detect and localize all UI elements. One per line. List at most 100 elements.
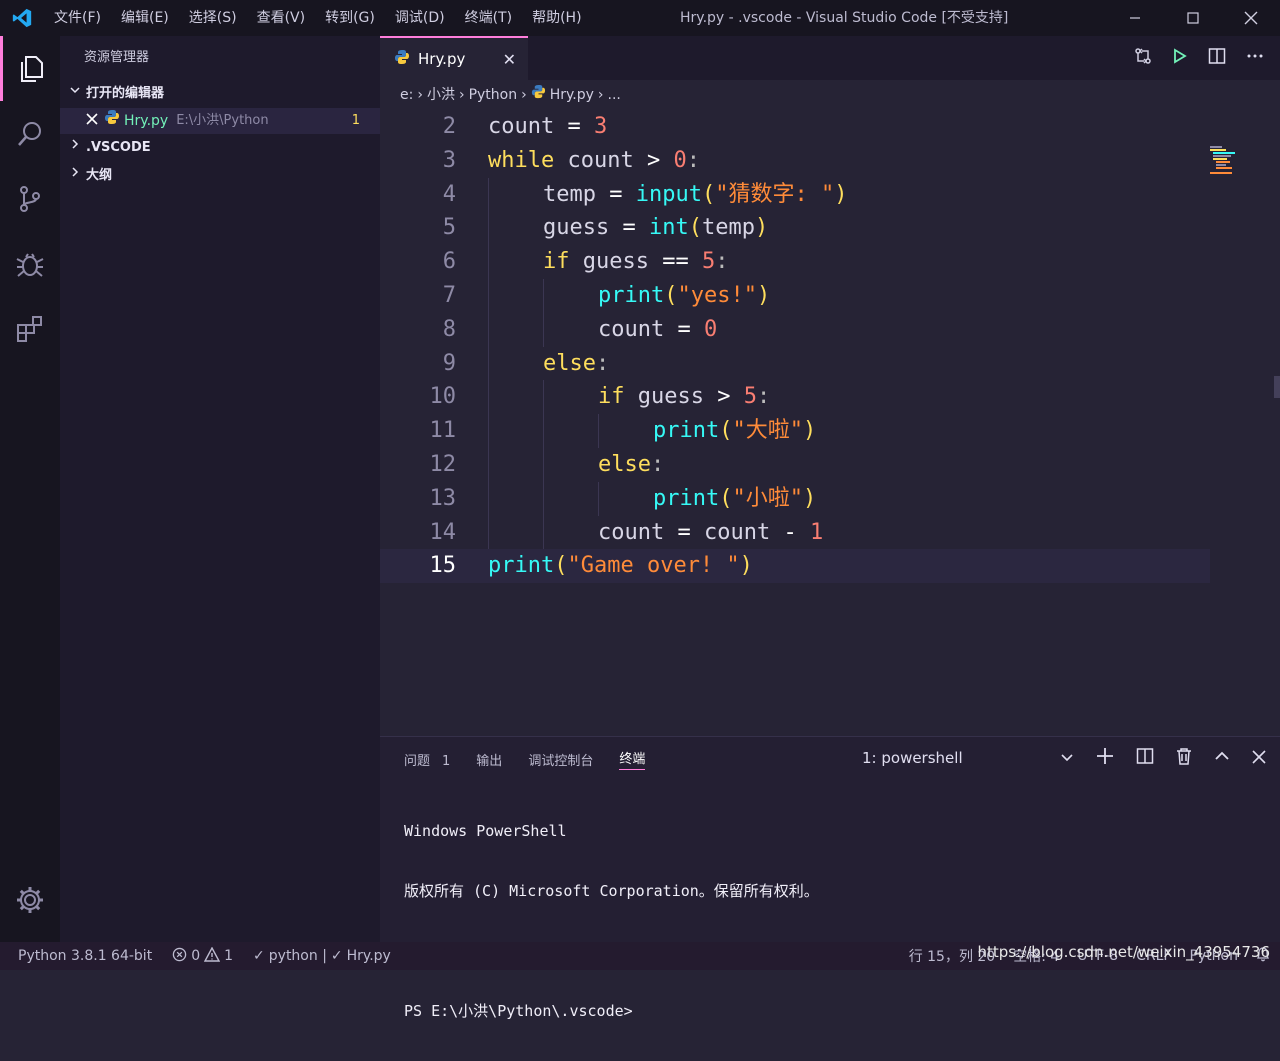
code-line[interactable]: 9 else: [380, 346, 1210, 381]
code-text: print("大啦") [653, 414, 816, 448]
problems-status[interactable]: 0 1 [162, 946, 243, 966]
code-line[interactable]: 11 print("大啦") [380, 414, 1210, 448]
open-editor-path: E:\小洪\Python [176, 113, 269, 128]
code-text: else: [598, 448, 664, 482]
code-line[interactable]: 5 guess = int(temp) [380, 211, 1210, 246]
menu-file[interactable]: 文件(F) [44, 0, 111, 36]
run-icon[interactable] [1172, 48, 1188, 68]
tab-output[interactable]: 输出 [476, 750, 502, 769]
code-token: 5 [701, 249, 716, 275]
line-number: 6 [442, 249, 456, 275]
breadcrumb-symbol[interactable]: ... [608, 80, 621, 110]
close-tab-icon[interactable]: ✕ [503, 50, 516, 69]
scrollbar-thumb[interactable] [1274, 376, 1280, 398]
tab-terminal[interactable]: 终端 [619, 748, 646, 770]
menu-go[interactable]: 转到(G) [315, 0, 385, 36]
menu-selection[interactable]: 选择(S) [179, 0, 247, 36]
tab-debug-console[interactable]: 调试控制台 [528, 750, 593, 769]
indent-guide [488, 380, 489, 415]
breadcrumb-python[interactable]: Python [469, 80, 518, 110]
code-line[interactable]: 3 while count > 0: [380, 144, 1210, 178]
code-line[interactable]: 4 temp = input("猜数字: ") [380, 177, 1210, 212]
code-token: = [664, 519, 704, 545]
line-number: 2 [442, 114, 456, 139]
open-editors-section[interactable]: 打开的编辑器 [60, 80, 380, 108]
more-actions-icon[interactable] [1246, 47, 1264, 69]
indent-guide [488, 346, 489, 381]
code-line[interactable]: 13 print("小啦") [380, 481, 1210, 516]
new-terminal-icon[interactable] [1096, 747, 1114, 769]
debug-button[interactable] [0, 231, 60, 296]
breadcrumb-file[interactable]: Hry.py [550, 80, 594, 110]
code-line[interactable]: 15 print("Game over! ") [380, 549, 1210, 584]
tab-hry-py[interactable]: Hry.py ✕ [380, 36, 528, 80]
minimap[interactable] [1210, 146, 1240, 176]
tab-label: Hry.py [418, 50, 466, 68]
terminal-select[interactable]: 1: powershell [862, 749, 963, 767]
indent-guide [488, 278, 489, 313]
code-token: 5 [743, 384, 757, 410]
code-editor[interactable]: 2 count = 3 3 while count > 0: 4 temp = input… [380, 110, 1210, 584]
minimize-button[interactable] [1106, 0, 1164, 36]
code-token: 3 [593, 114, 608, 139]
split-editor-icon[interactable] [1208, 47, 1226, 69]
trash-icon[interactable] [1176, 747, 1192, 769]
python-interpreter[interactable]: Python 3.8.1 64-bit [0, 948, 162, 964]
settings-button[interactable] [0, 867, 60, 932]
source-control-icon [20, 185, 40, 212]
chevron-up-icon[interactable] [1214, 748, 1230, 768]
tab-problems[interactable]: 问题 1 [404, 750, 450, 769]
warning-icon [203, 946, 221, 966]
code-token: if [543, 249, 570, 275]
code-line[interactable]: 10 if guess > 5: [380, 380, 1210, 415]
source-control-button[interactable] [0, 166, 60, 231]
code-line[interactable]: 6 if guess == 5: [380, 245, 1210, 279]
indent-guide [488, 312, 489, 347]
menu-help[interactable]: 帮助(H) [522, 0, 591, 36]
code-token: > [717, 384, 731, 410]
breadcrumb-drive[interactable]: e: [400, 80, 413, 110]
close-icon[interactable] [86, 108, 98, 134]
code-line[interactable]: 2 count = 3 [380, 110, 1210, 144]
menu-bar: 文件(F) 编辑(E) 选择(S) 查看(V) 转到(G) 调试(D) 终端(T… [44, 0, 592, 36]
code-line[interactable]: 8 count = 0 [380, 312, 1210, 347]
chevron-down-icon[interactable] [1060, 749, 1074, 768]
code-token: "小啦" [732, 485, 803, 511]
search-button[interactable] [0, 101, 60, 166]
code-line[interactable]: 7 print("yes!") [380, 278, 1210, 313]
menu-debug[interactable]: 调试(D) [385, 0, 455, 36]
chevron-down-icon [68, 80, 82, 108]
menu-edit[interactable]: 编辑(E) [111, 0, 179, 36]
watermark-url: https://blog.csdn.net/weixin_43954736 [977, 943, 1270, 961]
maximize-button[interactable] [1164, 0, 1222, 36]
code-text: print("yes!") [598, 279, 770, 313]
open-editor-item[interactable]: Hry.py E:\小洪\Python 1 [60, 108, 380, 134]
chevron-right-icon [68, 162, 82, 190]
split-terminal-icon[interactable] [1136, 747, 1154, 769]
check-icon: ✓ [330, 948, 343, 964]
linter-status[interactable]: ✓ python | ✓ Hry.py [243, 948, 401, 964]
code-line[interactable]: 12 else: [380, 447, 1210, 482]
line-number: 15 [429, 553, 457, 579]
line-number: 8 [442, 316, 456, 342]
menu-terminal[interactable]: 终端(T) [455, 0, 522, 36]
open-editor-filename: Hry.py [124, 113, 169, 129]
title-bar: 文件(F) 编辑(E) 选择(S) 查看(V) 转到(G) 调试(D) 终端(T… [0, 0, 1280, 36]
outline-section[interactable]: 大纲 [60, 162, 380, 190]
terminal-line: Windows PowerShell [404, 822, 567, 840]
explorer-button[interactable] [0, 36, 60, 101]
line-number: 13 [429, 485, 457, 511]
code-token: ) [756, 282, 771, 308]
code-line[interactable]: 14 count = count - 1 [380, 515, 1210, 550]
indent-guide [543, 447, 544, 482]
compare-changes-icon[interactable] [1134, 47, 1152, 69]
python-file-icon [104, 108, 120, 134]
vscode-folder-section[interactable]: .VSCODE [60, 134, 380, 162]
terminal-output[interactable]: Windows PowerShell 版权所有 (C) Microsoft Co… [404, 781, 819, 1061]
close-panel-icon[interactable] [1252, 749, 1266, 768]
menu-view[interactable]: 查看(V) [247, 0, 316, 36]
close-window-button[interactable] [1222, 0, 1280, 36]
extensions-button[interactable] [0, 296, 60, 361]
breadcrumb-folder[interactable]: 小洪 [427, 80, 455, 110]
code-token: ( [719, 418, 733, 444]
